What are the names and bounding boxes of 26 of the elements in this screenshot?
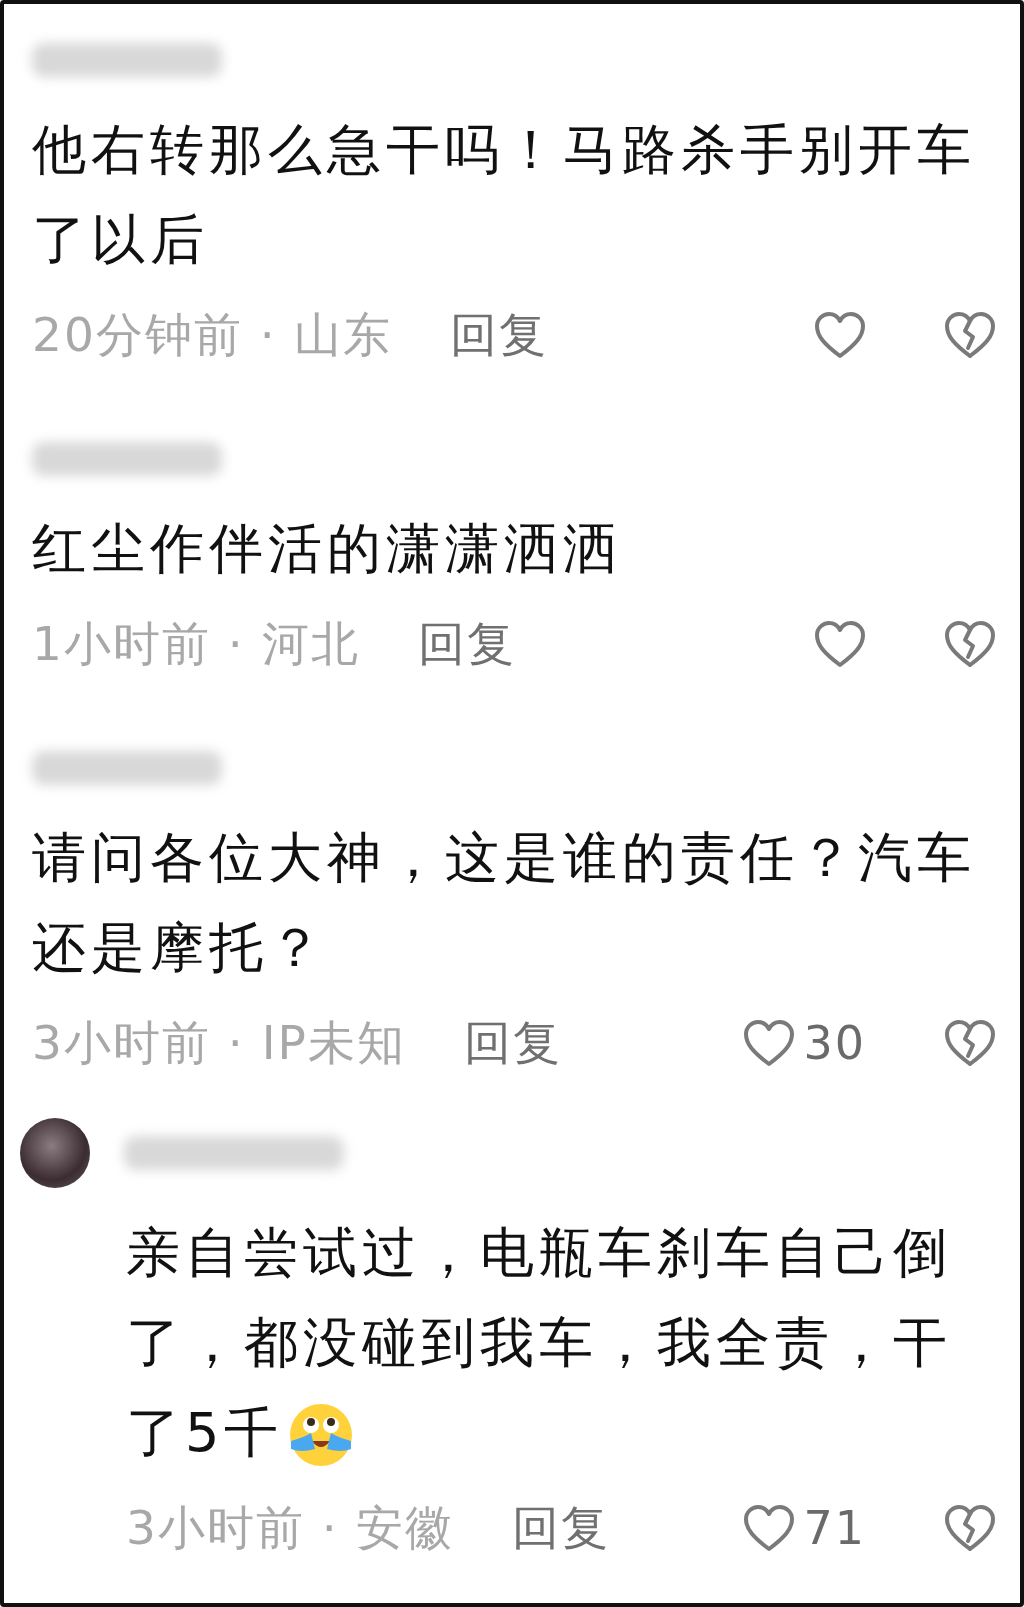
dislike-icon[interactable] [944,619,996,669]
comment-text: 他右转那么急干吗！马路杀手别开车 [32,117,976,183]
comment-text: 了以后 [32,207,209,273]
comment-text: 亲自尝试过，电瓶车刹车自己倒 [126,1220,952,1286]
comment-meta: 1小时前 · 河北 [32,614,360,673]
like-icon[interactable] [743,1503,796,1553]
like-icon[interactable] [814,310,866,360]
dislike-icon[interactable] [944,310,996,360]
comment-meta: 20分钟前 · 山东 [32,305,392,364]
like-count: 30 [803,1016,866,1070]
dislike-icon[interactable] [944,1018,996,1068]
reply-link[interactable]: 回复 [417,612,516,676]
reply-link[interactable]: 回复 [511,1496,610,1560]
comment-meta: 3小时前 · 安徽 [126,1498,454,1557]
comment-text: 了5千 [126,1400,284,1466]
comment-text: 还是摩托？ [32,915,327,981]
comment-text: 红尘作伴活的潇潇洒洒 [32,516,622,582]
comment-meta: 3小时前 · IP未知 [32,1013,406,1072]
like-icon[interactable] [814,619,866,669]
dislike-icon[interactable] [944,1503,996,1553]
comment-text: 请问各位大神，这是谁的责任？汽车 [32,825,976,891]
like-icon[interactable] [743,1018,796,1068]
reply-link[interactable]: 回复 [449,303,548,367]
like-count: 71 [803,1501,866,1555]
reply-link[interactable]: 回复 [463,1011,562,1075]
comment-text: 了，都没碰到我车，我全责，干 [126,1310,952,1376]
